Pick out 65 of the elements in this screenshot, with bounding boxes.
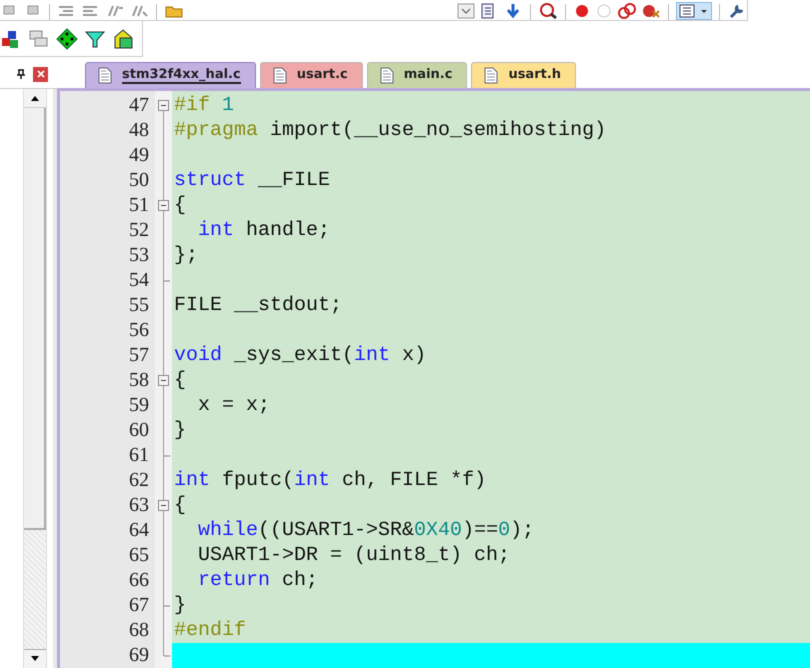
line-number: 59 xyxy=(128,393,149,418)
code-line: }; xyxy=(174,244,198,267)
code-line: { xyxy=(174,494,186,517)
code-line: #endif xyxy=(174,619,246,642)
line-number: 48 xyxy=(128,118,149,143)
code-line: void _sys_exit(int x) xyxy=(174,344,426,367)
scrollbar[interactable] xyxy=(23,89,47,668)
scroll-thumb[interactable] xyxy=(24,108,46,530)
collapse-icon[interactable] xyxy=(158,375,169,386)
line-number: 49 xyxy=(128,143,149,168)
search-icon[interactable] xyxy=(538,2,558,20)
line-number: 53 xyxy=(128,243,149,268)
file-tab[interactable]: usart.c xyxy=(260,62,363,88)
collapse-icon[interactable] xyxy=(158,200,169,211)
code-line: } xyxy=(174,419,186,442)
line-number: 68 xyxy=(128,618,149,643)
line-number: 50 xyxy=(128,168,149,193)
rings-icon[interactable] xyxy=(617,2,637,20)
line-number: 57 xyxy=(128,343,149,368)
line-number: 51 xyxy=(128,193,149,218)
document-icon xyxy=(484,67,498,84)
line-number: 54 xyxy=(128,268,149,293)
collapse-icon[interactable] xyxy=(158,500,169,511)
code-line: USART1->DR = (uint8_t) ch; xyxy=(197,544,510,567)
code-line: FILE __stdout; xyxy=(174,294,342,317)
code-line: #if 1 xyxy=(174,94,234,117)
collapse-icon[interactable] xyxy=(158,100,169,111)
file-tab[interactable]: usart.h xyxy=(471,62,576,88)
line-number: 67 xyxy=(128,593,149,618)
scroll-down-icon[interactable] xyxy=(24,649,46,668)
code-line: x = x; xyxy=(197,394,270,417)
clear-breakpoints-icon[interactable] xyxy=(641,2,661,20)
line-number: 58 xyxy=(128,368,149,393)
file-tab[interactable]: main.c xyxy=(366,62,468,88)
document-icon xyxy=(380,67,394,84)
code-line: while((USART1->SR&0X40)==0); xyxy=(197,519,534,542)
breakpoint-icon[interactable] xyxy=(573,2,591,20)
code-line: } xyxy=(174,594,186,617)
line-number: 62 xyxy=(128,468,149,493)
document-icon xyxy=(272,67,287,84)
diamond-icon[interactable] xyxy=(56,26,78,50)
code-line: { xyxy=(174,194,186,217)
code-line: { xyxy=(174,369,186,392)
line-number: 64 xyxy=(128,518,149,543)
line-number: 60 xyxy=(128,418,149,443)
pin-icon[interactable] xyxy=(15,68,27,80)
code-line: return ch; xyxy=(197,569,318,592)
line-number: 63 xyxy=(128,493,149,518)
window-menu-icon[interactable] xyxy=(676,2,712,20)
code-line: struct __FILE xyxy=(174,169,330,192)
dropdown-icon[interactable] xyxy=(457,2,475,20)
line-number: 65 xyxy=(128,543,149,568)
line-number: 52 xyxy=(128,218,149,243)
code-line: #pragma import(__use_no_semihosting) xyxy=(174,119,606,142)
line-number: 66 xyxy=(128,568,149,593)
line-number: 56 xyxy=(128,318,149,343)
line-number: 47 xyxy=(128,93,149,118)
line-number: 61 xyxy=(128,443,149,468)
line-number: 55 xyxy=(128,293,149,318)
line-number: 69 xyxy=(128,643,149,668)
code-line: int fputc(int ch, FILE *f) xyxy=(174,469,486,492)
scroll-up-icon[interactable] xyxy=(24,89,46,108)
code-line: int handle; xyxy=(197,219,330,242)
document-icon xyxy=(98,67,112,84)
file-tab[interactable]: stm32f4xx_hal.c xyxy=(85,62,256,88)
